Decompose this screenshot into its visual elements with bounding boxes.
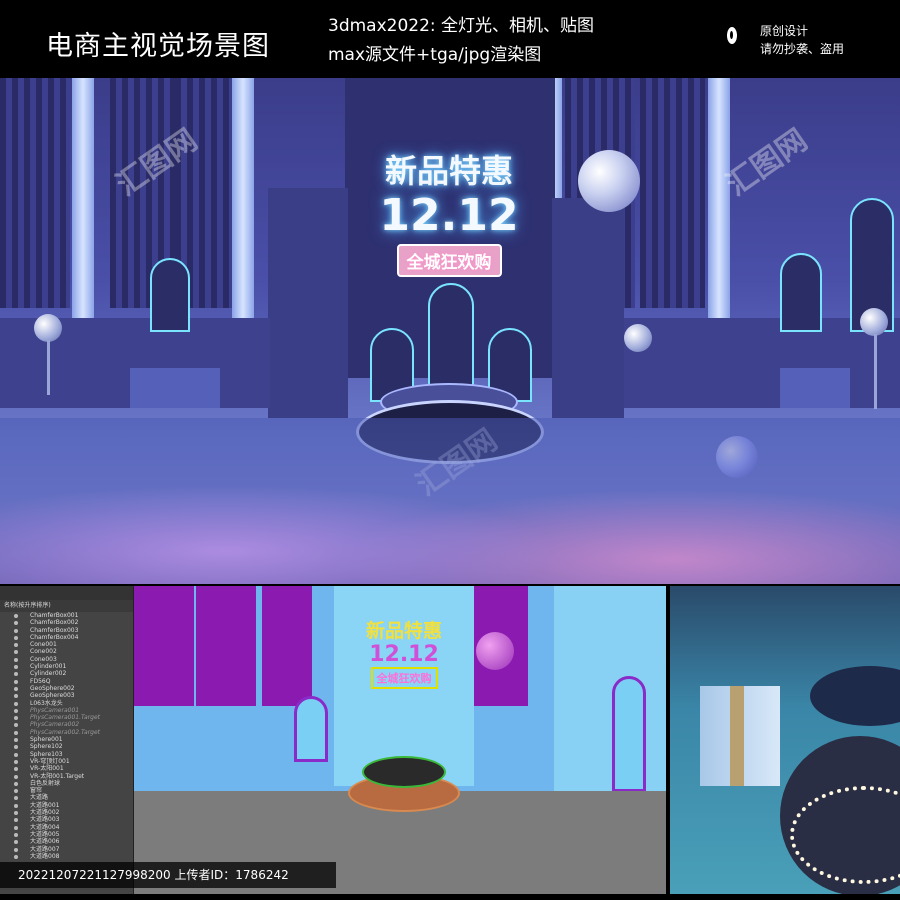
balloon bbox=[624, 324, 652, 352]
scene-object-item[interactable]: Sphere103 bbox=[0, 751, 133, 758]
staircase-left bbox=[130, 368, 220, 408]
scene-object-item[interactable]: Cone003 bbox=[0, 656, 133, 663]
scene-object-item[interactable]: 大道路005 bbox=[0, 831, 133, 838]
scene-object-item[interactable]: PhysCamera001 bbox=[0, 707, 133, 714]
vp-neon-title: 新品特惠 bbox=[365, 620, 442, 642]
scene-object-item[interactable]: ChamferBox001 bbox=[0, 612, 133, 619]
scene-toolbar bbox=[0, 586, 133, 600]
scene-object-item[interactable]: 大道路004 bbox=[0, 824, 133, 831]
scene-object-item[interactable]: 大道路006 bbox=[0, 838, 133, 845]
scene-object-item[interactable]: Cylinder002 bbox=[0, 670, 133, 677]
vp-curtain bbox=[262, 586, 312, 706]
watermark: 汇图网 bbox=[720, 122, 814, 204]
stage-top bbox=[810, 666, 900, 726]
scene-object-item[interactable]: 大道路003 bbox=[0, 816, 133, 823]
scene-object-item[interactable]: ChamferBox003 bbox=[0, 627, 133, 634]
scene-object-item[interactable]: 大道路008 bbox=[0, 853, 133, 860]
staircase-right bbox=[780, 368, 850, 408]
vp-arch bbox=[294, 696, 328, 762]
neon-sign: 新品特惠 12.12 全城狂欢购 bbox=[353, 138, 545, 350]
balloon-stem bbox=[874, 334, 877, 409]
scene-object-item[interactable]: L063水龙头 bbox=[0, 700, 133, 707]
scene-object-item[interactable]: 大道路001 bbox=[0, 802, 133, 809]
balloon-stem bbox=[47, 340, 50, 395]
main-render-image: 新品特惠 12.12 全城狂欢购 汇图网 汇图网 汇图网 bbox=[0, 78, 900, 584]
wall-arch bbox=[150, 258, 190, 332]
software-info: 3dmax2022: 全灯光、相机、贴图 max源文件+tga/jpg渲染图 bbox=[328, 12, 594, 70]
neon-badge: 全城狂欢购 bbox=[396, 244, 502, 277]
balloon bbox=[34, 314, 62, 342]
note-line-2: 请勿抄袭、盗用 bbox=[760, 42, 845, 56]
pillar bbox=[232, 78, 254, 338]
scene-object-item[interactable]: 窗帘 bbox=[0, 787, 133, 794]
scene-object-item[interactable]: ChamferBox002 bbox=[0, 619, 133, 626]
scene-object-item[interactable]: 大道路002 bbox=[0, 809, 133, 816]
floor bbox=[0, 418, 900, 584]
scene-header: 名称(按升序排序) bbox=[0, 600, 133, 612]
scene-object-item[interactable]: Sphere001 bbox=[0, 736, 133, 743]
pillar bbox=[72, 78, 94, 338]
scene-object-item[interactable]: PhysCamera002 bbox=[0, 721, 133, 728]
vp-neon-sign: 新品特惠 12.12 全城狂欢购 bbox=[344, 616, 464, 689]
scene-object-item[interactable]: VR-太阳001.Target bbox=[0, 773, 133, 780]
vp-arch bbox=[612, 676, 646, 792]
scene-object-item[interactable]: Cone001 bbox=[0, 641, 133, 648]
wall-arch bbox=[780, 253, 822, 332]
scene-explorer: 名称(按升序排序) ChamferBox001 ChamferBox002 Cham… bbox=[0, 586, 134, 894]
header-bar: 电商主视觉场景图 3dmax2022: 全灯光、相机、贴图 max源文件+tga… bbox=[0, 0, 900, 78]
max-editor-screenshot: 名称(按升序排序) ChamferBox001 ChamferBox002 Cham… bbox=[0, 586, 666, 894]
copyright-note: 原创设计 请勿抄袭、盗用 bbox=[760, 22, 844, 58]
info-line-2: max源文件+tga/jpg渲染图 bbox=[328, 45, 542, 65]
page-title: 电商主视觉场景图 bbox=[46, 31, 270, 62]
scene-object-item[interactable]: ChamferBox004 bbox=[0, 634, 133, 641]
scene-object-item[interactable]: 大道路 bbox=[0, 794, 133, 801]
neon-title: 新品特惠 bbox=[384, 152, 513, 190]
vp-curtain bbox=[134, 586, 194, 706]
scene-object-list: ChamferBox001 ChamferBox002 ChamferBox003 C… bbox=[0, 612, 133, 860]
scene-object-item[interactable]: 大道路007 bbox=[0, 846, 133, 853]
neon-date: 12.12 bbox=[379, 190, 519, 241]
upload-info: 20221207221127998200 上传者ID：1786242 bbox=[0, 862, 336, 888]
viewport: 新品特惠 12.12 全城狂欢购 bbox=[134, 586, 666, 894]
vp-neon-badge: 全城狂欢购 bbox=[370, 667, 438, 689]
scene-object-item[interactable]: VR-穹顶灯001 bbox=[0, 758, 133, 765]
vp-stage-top bbox=[362, 756, 446, 788]
curtain-left bbox=[0, 78, 70, 308]
scene-object-item[interactable]: PhysCamera001.Target bbox=[0, 714, 133, 721]
vp-neon-date: 12.12 bbox=[369, 642, 439, 667]
curtain-right-2 bbox=[640, 78, 705, 308]
scene-object-item[interactable]: GeoSphere002 bbox=[0, 685, 133, 692]
scene-object-item[interactable]: Sphere102 bbox=[0, 743, 133, 750]
bean-icon bbox=[727, 27, 737, 44]
vp-right-wall bbox=[554, 586, 666, 791]
scene-object-item[interactable]: PhysCamera002.Target bbox=[0, 729, 133, 736]
balloon bbox=[860, 308, 888, 336]
scene-object-item[interactable]: 白色反射球 bbox=[0, 780, 133, 787]
note-line-1: 原创设计 bbox=[760, 24, 809, 38]
vp-curtain bbox=[196, 586, 256, 706]
scene-object-item[interactable]: Cone002 bbox=[0, 648, 133, 655]
info-line-1: 3dmax2022: 全灯光、相机、贴图 bbox=[328, 16, 595, 36]
scene-object-item[interactable]: GeoSphere003 bbox=[0, 692, 133, 699]
closeup-render bbox=[670, 586, 900, 894]
right-panel bbox=[552, 198, 624, 418]
scene-object-item[interactable]: FD56Q bbox=[0, 678, 133, 685]
scene-object-item[interactable]: VR-太阳001 bbox=[0, 765, 133, 772]
left-panel bbox=[268, 188, 348, 418]
scene-object-item[interactable]: Cylinder001 bbox=[0, 663, 133, 670]
vp-disco-ball bbox=[476, 632, 514, 670]
disco-ball bbox=[578, 150, 640, 212]
pillar bbox=[708, 78, 730, 338]
gift-ribbon bbox=[730, 686, 744, 786]
